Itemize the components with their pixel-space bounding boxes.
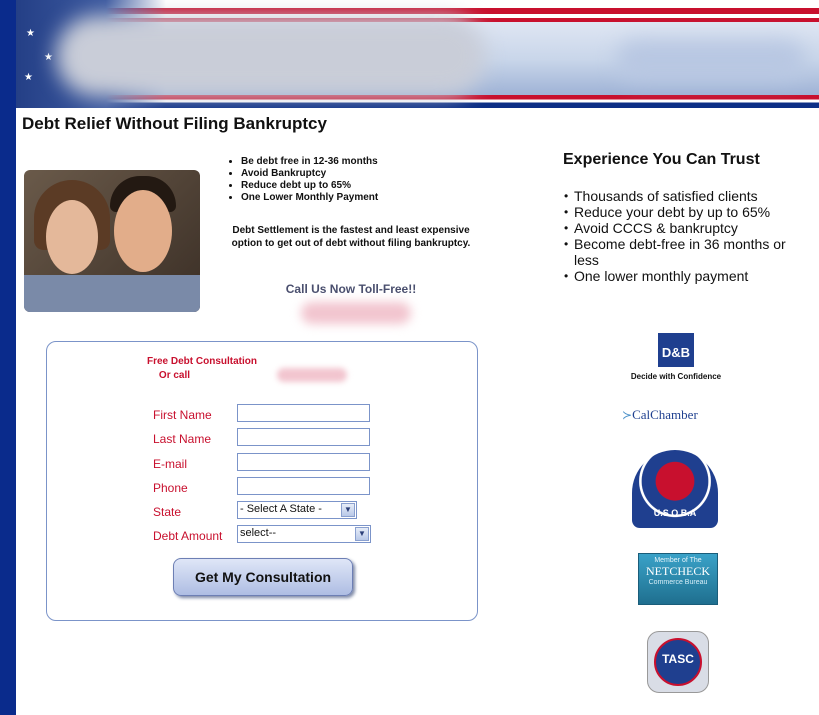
star-icon: ★	[24, 72, 33, 83]
netcheck-logo[interactable]: Member of The NETCHECK Commerce Bureau	[638, 553, 718, 605]
chevron-down-icon[interactable]: ▼	[355, 527, 369, 541]
trust-item: • Reduce your debt by up to 65%	[564, 204, 771, 220]
first-name-label: First Name	[153, 408, 212, 422]
form-or-call: Or call	[158, 370, 191, 381]
debt-settlement-description: Debt Settlement is the fastest and least…	[231, 225, 471, 249]
usoba-seal-text: U.S.O.B.A	[653, 508, 697, 518]
phone-input[interactable]	[237, 477, 370, 495]
bullet-icon: •	[564, 269, 569, 283]
debt-amount-select[interactable]: select-- ▼	[237, 525, 371, 543]
bullet-icon: •	[564, 237, 569, 251]
benefit-item: One Lower Monthly Payment	[241, 192, 378, 204]
netcheck-line3: Commerce Bureau	[648, 579, 708, 586]
blurred-phone-number	[277, 368, 347, 382]
page-title: Debt Relief Without Filing Bankruptcy	[22, 114, 327, 133]
trust-title: Experience You Can Trust	[563, 151, 760, 168]
benefit-item: Avoid Bankruptcy	[241, 168, 378, 180]
last-name-label: Last Name	[153, 432, 212, 446]
star-icon: ★	[44, 52, 53, 63]
banner-blurred-phone	[616, 40, 806, 80]
swoosh-icon: ≻	[622, 408, 633, 422]
netcheck-line2: NETCHECK	[646, 564, 710, 578]
call-now-text: Call Us Now Toll-Free!!	[285, 282, 417, 296]
benefits-list: Be debt free in 12-36 months Avoid Bankr…	[229, 156, 378, 204]
netcheck-line1: Member of The	[654, 557, 702, 564]
debt-amount-label: Debt Amount	[153, 529, 223, 543]
state-select[interactable]: - Select A State - ▼	[237, 501, 357, 519]
trust-item: • Avoid CCCS & bankruptcy	[564, 220, 738, 236]
trust-item: • One lower monthly payment	[564, 268, 749, 284]
chevron-down-icon[interactable]: ▼	[341, 503, 355, 517]
tasc-seal[interactable]: TASC	[647, 631, 709, 693]
tasc-text: TASC	[662, 652, 694, 666]
consultation-form: Free Debt Consultation Or call First Nam…	[46, 341, 478, 621]
banner-blurred-image	[56, 16, 486, 96]
email-label: E-mail	[153, 457, 188, 471]
benefit-item: Reduce debt up to 65%	[241, 180, 378, 192]
page: ★ ★ ★ Debt Relief Without Filing Bankrup…	[16, 0, 819, 715]
bullet-icon: •	[564, 189, 569, 203]
state-select-value: - Select A State -	[240, 503, 322, 515]
bullet-icon: •	[564, 205, 569, 219]
calchamber-logo[interactable]: ≻CalChamber	[622, 407, 698, 423]
dnb-logo-caption: Decide with Confidence	[630, 372, 722, 381]
benefit-item: Be debt free in 12-36 months	[241, 156, 378, 168]
trust-item: • Become debt-free in 36 months or less	[564, 236, 786, 268]
star-icon: ★	[26, 28, 35, 39]
calchamber-logo-text: CalChamber	[632, 407, 698, 422]
header-banner: ★ ★ ★	[16, 0, 819, 108]
form-title: Free Debt Consultation	[146, 356, 257, 367]
get-consultation-button[interactable]: Get My Consultation	[173, 558, 353, 596]
first-name-input[interactable]	[237, 404, 370, 422]
last-name-input[interactable]	[237, 428, 370, 446]
blurred-phone-number	[301, 302, 411, 324]
email-input[interactable]	[237, 453, 370, 471]
dnb-logo[interactable]: D&B Decide with Confidence	[626, 330, 726, 385]
phone-label: Phone	[153, 481, 188, 495]
state-label: State	[153, 505, 182, 519]
dnb-logo-mark: D&B	[658, 333, 694, 367]
trust-list: • Thousands of satisfied clients • Reduce …	[564, 188, 814, 284]
trust-item: • Thousands of satisfied clients	[564, 188, 758, 204]
couple-photo	[24, 170, 200, 312]
bullet-icon: •	[564, 221, 569, 235]
debt-amount-select-value: select--	[240, 527, 277, 539]
